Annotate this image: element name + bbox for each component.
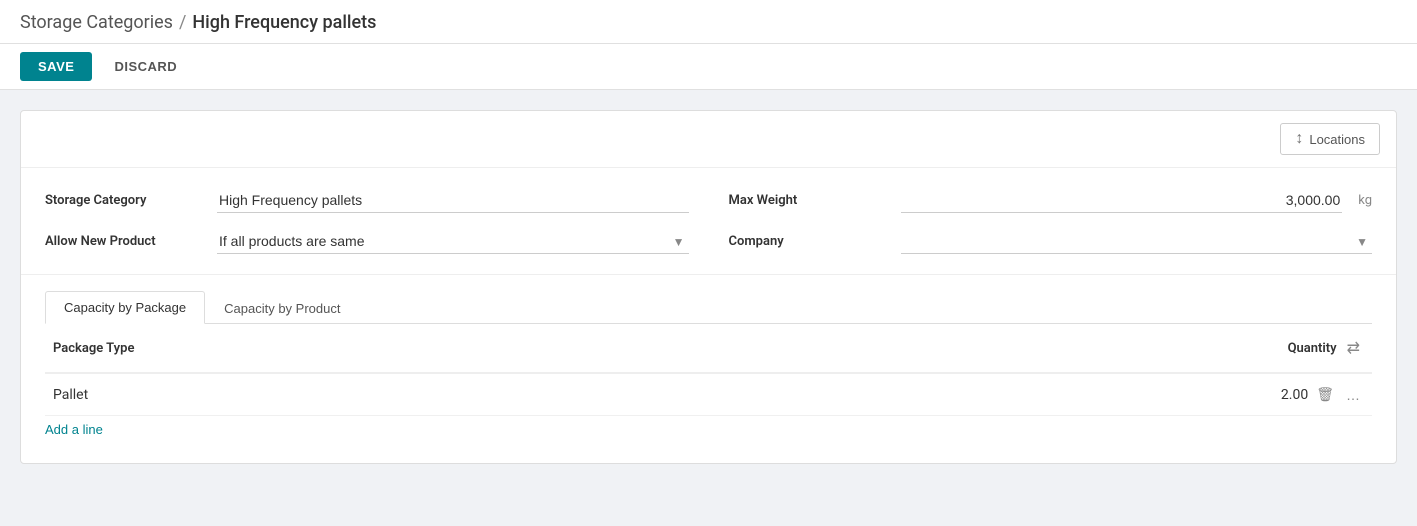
package-type-cell: Pallet [45, 373, 703, 416]
quantity-cell: 2.00 🗑 … [703, 373, 1372, 416]
breadcrumb-parent[interactable]: Storage Categories [20, 12, 173, 33]
quantity-header: Quantity ⇄ [703, 324, 1372, 373]
delete-row-button[interactable]: 🗑 [1312, 384, 1338, 405]
card-header: ↕ Locations [21, 111, 1396, 168]
allow-new-product-row: Allow New Product If all products are sa… [45, 229, 689, 254]
form-grid: Storage Category Max Weight kg Allow New… [45, 188, 1372, 254]
row-actions: 2.00 🗑 … [711, 384, 1364, 405]
company-row: Company ▼ [729, 229, 1373, 254]
company-label: Company [729, 234, 889, 249]
allow-new-product-select[interactable]: If all products are same If all products… [217, 229, 689, 254]
form-card: ↕ Locations Storage Category Max Weight … [20, 110, 1397, 464]
storage-category-label: Storage Category [45, 193, 205, 208]
tabs-section: Capacity by Package Capacity by Product [21, 275, 1396, 324]
tab-capacity-package[interactable]: Capacity by Package [45, 291, 205, 324]
weight-unit: kg [1358, 193, 1372, 208]
breadcrumb-current: High Frequency pallets [192, 12, 376, 33]
tabs-nav: Capacity by Package Capacity by Product [45, 291, 1372, 324]
top-bar: Storage Categories / High Frequency pall… [0, 0, 1417, 44]
max-weight-input[interactable] [901, 188, 1343, 213]
sort-icon: ↕ [1295, 130, 1303, 148]
table-row: Pallet 2.00 🗑 … [45, 373, 1372, 416]
company-select[interactable] [901, 229, 1373, 254]
storage-category-row: Storage Category [45, 188, 689, 213]
max-weight-row: Max Weight kg [729, 188, 1373, 213]
tab-content: Package Type Quantity ⇄ Pallet [21, 324, 1396, 463]
main-content: ↕ Locations Storage Category Max Weight … [0, 90, 1417, 484]
action-bar: SAVE DISCARD [0, 44, 1417, 90]
allow-new-product-label: Allow New Product [45, 234, 205, 249]
add-line-button[interactable]: Add a line [45, 416, 103, 443]
locations-button[interactable]: ↕ Locations [1280, 123, 1380, 155]
allow-new-product-select-wrapper: If all products are same If all products… [217, 229, 689, 254]
breadcrumb-separator: / [179, 12, 186, 33]
storage-category-input[interactable] [217, 188, 689, 213]
form-section: Storage Category Max Weight kg Allow New… [21, 168, 1396, 275]
breadcrumb: Storage Categories / High Frequency pall… [20, 12, 1397, 33]
save-button[interactable]: SAVE [20, 52, 92, 81]
tab-capacity-product[interactable]: Capacity by Product [205, 291, 359, 324]
column-settings-icon[interactable]: ⇄ [1343, 334, 1364, 362]
locations-label: Locations [1309, 132, 1365, 147]
company-select-wrapper: ▼ [901, 229, 1373, 254]
capacity-table: Package Type Quantity ⇄ Pallet [45, 324, 1372, 416]
row-menu-button[interactable]: … [1342, 385, 1364, 405]
max-weight-label: Max Weight [729, 193, 889, 208]
discard-button[interactable]: DISCARD [100, 52, 191, 81]
package-type-header: Package Type [45, 324, 703, 373]
